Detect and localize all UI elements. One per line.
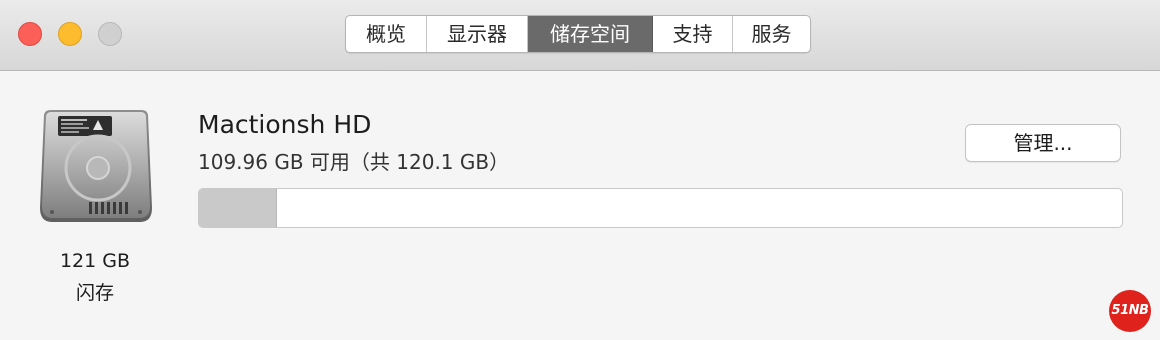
zoom-button[interactable] bbox=[98, 22, 122, 46]
tab-support[interactable]: 支持 bbox=[653, 16, 733, 52]
close-button[interactable] bbox=[18, 22, 42, 46]
tab-bar: 概览 显示器 储存空间 支持 服务 bbox=[345, 15, 811, 53]
tab-service[interactable]: 服务 bbox=[733, 16, 810, 52]
storage-usage-bar bbox=[198, 188, 1123, 228]
title-bar: 概览 显示器 储存空间 支持 服务 bbox=[0, 0, 1160, 71]
disk-availability: 109.96 GB 可用（共 120.1 GB） bbox=[198, 150, 510, 174]
tab-displays[interactable]: 显示器 bbox=[427, 16, 528, 52]
disk-capacity-label: 121 GB bbox=[59, 250, 131, 272]
minimize-button[interactable] bbox=[58, 22, 82, 46]
watermark-logo: 51NB bbox=[1109, 290, 1151, 332]
hard-drive-icon bbox=[40, 110, 152, 222]
disk-name: Mactionsh HD bbox=[198, 110, 372, 139]
storage-used-segment bbox=[199, 189, 278, 227]
tab-overview[interactable]: 概览 bbox=[346, 16, 427, 52]
tab-storage[interactable]: 储存空间 bbox=[528, 16, 653, 52]
disk-type-label: 闪存 bbox=[75, 282, 114, 304]
manage-button[interactable]: 管理... bbox=[965, 124, 1121, 162]
